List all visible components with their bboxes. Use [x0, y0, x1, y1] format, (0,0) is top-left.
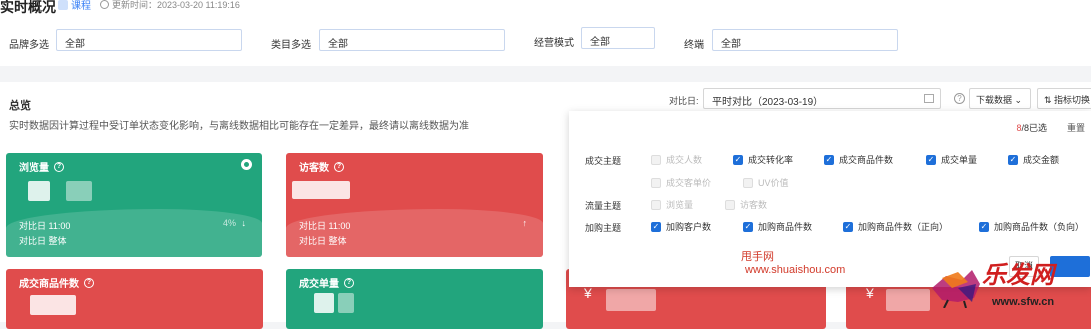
update-time-text: 更新时间：2023-03-20 11:19:16: [112, 0, 240, 10]
option-cart-items-positive[interactable]: ✓ 加购商品件数（正向）: [843, 220, 948, 233]
card-title: 浏览量 ?: [19, 159, 64, 174]
arrow-down-icon: ↓: [241, 218, 247, 228]
option-deal-amount[interactable]: ✓ 成交金额: [1008, 153, 1059, 166]
selected-count-total: /8已选: [1021, 123, 1047, 133]
download-data-label: 下载数据: [976, 95, 1013, 105]
help-icon[interactable]: ?: [344, 277, 354, 288]
masked-value: [886, 289, 930, 311]
masked-value: [338, 293, 354, 313]
top-header: 实时概况 课程 更新时间：2023-03-20 11:19:16 品牌多选 全部…: [0, 0, 1091, 66]
page-title: 实时概况: [0, 0, 56, 15]
option-order-count[interactable]: ✓ 成交单量: [926, 153, 977, 166]
card-title-text: 浏览量: [19, 163, 49, 174]
card-title: 成交商品件数 ?: [19, 275, 94, 290]
checkbox-checked-icon: ✓: [843, 221, 853, 232]
currency-symbol: ¥: [866, 285, 874, 301]
card-title: 成交单量 ?: [299, 275, 354, 290]
metric-switch-button[interactable]: ⇅ 指标切换: [1037, 88, 1091, 109]
option-conversion-rate[interactable]: ✓ 成交转化率: [733, 153, 793, 166]
masked-value: [28, 181, 50, 201]
calendar-icon: [924, 94, 934, 103]
card-compare-time: 对比日 11:00: [19, 221, 71, 231]
option-cart-items[interactable]: ✓ 加购商品件数: [743, 220, 812, 233]
help-icon[interactable]: ?: [334, 161, 344, 172]
logo-text: 乐发网: [982, 260, 1054, 289]
card-title-text: 成交单量: [299, 279, 339, 290]
group-label-deal: 成交主题: [585, 156, 622, 166]
metric-card-visitors[interactable]: 访客数 ? 对比日 11:00 对比日 整体 ↑: [286, 153, 543, 257]
masked-value: [314, 293, 334, 313]
help-icon[interactable]: ?: [54, 161, 64, 172]
card-select-radio[interactable]: [241, 159, 252, 170]
brand-filter-select[interactable]: 全部: [56, 29, 242, 51]
card-title: 访客数 ?: [299, 159, 344, 174]
checkbox-checked-icon: ✓: [979, 221, 989, 232]
option-cart-items-negative[interactable]: ✓ 加购商品件数（负向）: [979, 220, 1084, 233]
compare-date-value: 平时对比（2023-03-19）: [712, 97, 824, 108]
selected-count: 8/8已选: [1016, 121, 1047, 134]
card-wave: [286, 209, 543, 257]
option-page-views: 浏览量: [651, 198, 693, 211]
metric-card-page-views[interactable]: 浏览量 ? 对比日 11:00 对比日 整体 4% ↓: [6, 153, 262, 257]
play-icon: [58, 0, 68, 10]
arrow-up-icon: ↑: [522, 218, 528, 228]
option-uv-value: UV价值: [743, 176, 789, 189]
course-tag-label: 课程: [71, 1, 91, 12]
card-compare-total: 对比日 整体: [19, 236, 67, 246]
watermark-text: 甩手网: [741, 251, 774, 263]
brand-filter-label: 品牌多选: [9, 40, 49, 51]
checkbox-checked-icon: ✓: [824, 154, 834, 165]
confirm-button[interactable]: [1050, 256, 1090, 277]
checkbox-checked-icon: ✓: [651, 221, 661, 232]
clock-icon: [100, 0, 109, 9]
currency-symbol: ¥: [584, 285, 592, 301]
terminal-filter-select[interactable]: 全部: [712, 29, 898, 51]
metric-card-orders[interactable]: 成交单量 ?: [286, 269, 543, 329]
group-label-cart: 加购主题: [585, 223, 622, 233]
mode-filter-label: 经营模式: [534, 38, 574, 49]
download-data-button[interactable]: 下载数据 ⌄: [969, 88, 1031, 109]
realtime-notice: 实时数据因计算过程中受订单状态变化影响，与离线数据相比可能存在一定差异，最终请以…: [9, 121, 469, 132]
option-items-sold[interactable]: ✓ 成交商品件数: [824, 153, 893, 166]
option-deal-users: 成交人数: [651, 153, 702, 166]
update-time: 更新时间：2023-03-20 11:19:16: [100, 0, 240, 11]
terminal-filter-label: 终端: [684, 40, 704, 51]
metric-switch-label: 指标切换: [1054, 95, 1091, 105]
compare-date-picker[interactable]: 平时对比（2023-03-19）: [703, 88, 941, 109]
reset-button[interactable]: 重置: [1067, 121, 1085, 134]
checkbox-checked-icon: ✓: [926, 154, 936, 165]
course-tag[interactable]: 课程: [56, 0, 95, 12]
metric-card-items-sold[interactable]: 成交商品件数 ?: [6, 269, 263, 329]
card-title-text: 访客数: [299, 163, 329, 174]
chevron-down-icon: ⌄: [1014, 95, 1023, 105]
option-visitors: 访客数: [725, 198, 767, 211]
help-icon[interactable]: ?: [954, 93, 965, 104]
help-icon[interactable]: ?: [84, 277, 94, 288]
watermark-url: www.shuaishou.com: [745, 264, 846, 276]
overview-title: 总览: [9, 100, 31, 112]
group-label-traffic: 流量主题: [585, 201, 622, 211]
category-filter-label: 类目多选: [271, 40, 311, 51]
masked-value: [292, 181, 350, 199]
compare-date-label: 对比日:: [669, 96, 699, 106]
card-wave: [6, 209, 262, 257]
masked-value: [30, 295, 76, 315]
category-filter-select[interactable]: 全部: [319, 29, 505, 51]
card-compare-total: 对比日 整体: [299, 236, 347, 246]
logo-url: www.sfw.cn: [992, 296, 1055, 308]
card-change-pct: 4%: [222, 218, 236, 228]
mode-filter-select[interactable]: 全部: [581, 27, 655, 49]
checkbox-checked-icon: ✓: [733, 154, 743, 165]
card-title-text: 成交商品件数: [19, 279, 79, 290]
checkbox-checked-icon: ✓: [1008, 154, 1018, 165]
checkbox-checked-icon: ✓: [743, 221, 753, 232]
masked-value: [606, 289, 656, 311]
option-cart-customers[interactable]: ✓ 加购客户数: [651, 220, 711, 233]
filter-icon: ⇅: [1044, 95, 1055, 105]
option-avg-order-value: 成交客单价: [651, 176, 711, 189]
card-compare-time: 对比日 11:00: [299, 221, 351, 231]
masked-value: [66, 181, 92, 201]
